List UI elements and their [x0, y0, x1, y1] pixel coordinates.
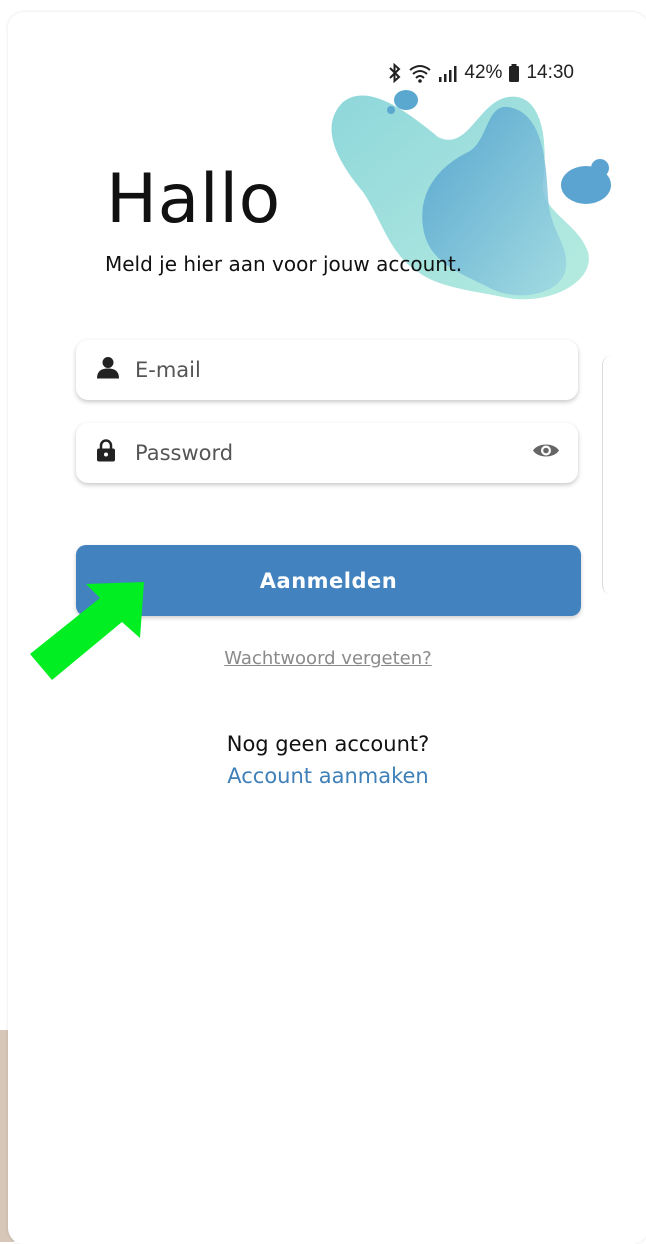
- annotation-arrow: [30, 582, 144, 680]
- status-bar: 42% 14:30: [388, 62, 574, 84]
- user-icon: [96, 357, 120, 384]
- side-panel-edge: [602, 355, 623, 595]
- bluetooth-icon: [388, 63, 402, 83]
- page-title: Hallo: [106, 160, 281, 239]
- battery-icon: [508, 63, 520, 83]
- battery-percentage: 42%: [464, 62, 503, 83]
- lock-icon: [96, 439, 116, 468]
- clock: 14:30: [526, 62, 574, 83]
- wifi-icon: [408, 63, 432, 83]
- password-placeholder: Password: [135, 441, 234, 465]
- email-field[interactable]: E-mail: [76, 340, 578, 400]
- show-password-icon[interactable]: [532, 441, 560, 466]
- create-account-link[interactable]: Account aanmaken: [8, 764, 646, 788]
- email-placeholder: E-mail: [135, 358, 201, 382]
- signal-icon: [438, 64, 458, 82]
- password-field[interactable]: Password: [76, 423, 578, 483]
- decorative-blob: [331, 90, 611, 300]
- page-subtitle: Meld je hier aan voor jouw account.: [105, 252, 463, 276]
- no-account-text: Nog geen account?: [226, 732, 430, 756]
